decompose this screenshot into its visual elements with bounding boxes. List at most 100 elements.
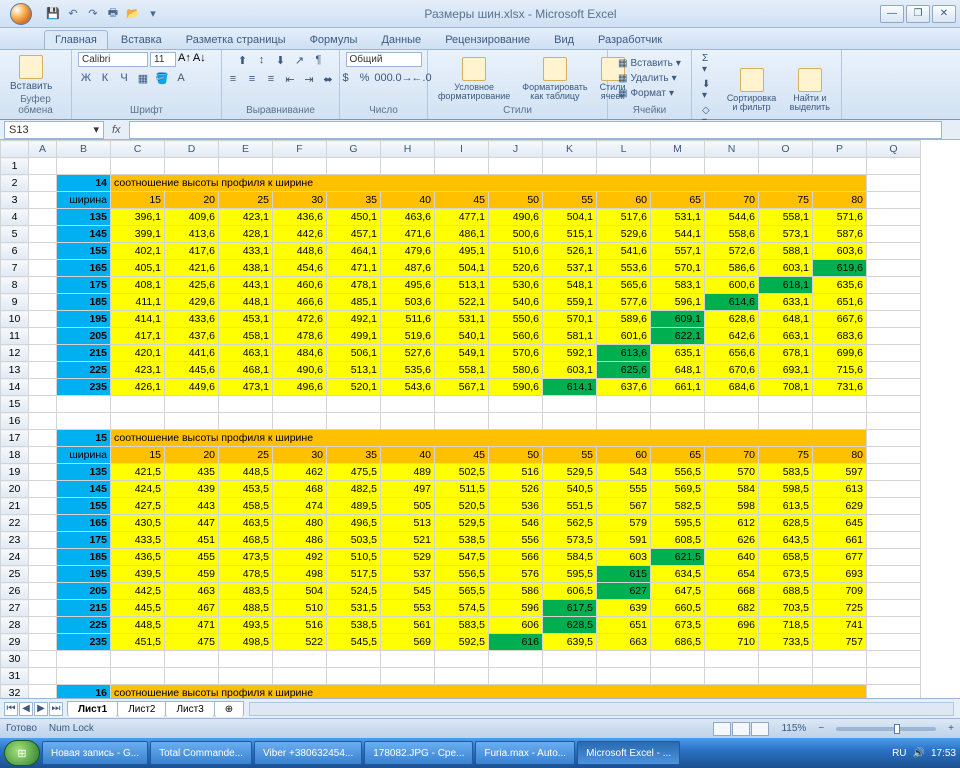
cell-K9[interactable]: 559,1 — [543, 294, 597, 311]
cell-H9[interactable]: 503,6 — [381, 294, 435, 311]
cell-P4[interactable]: 571,6 — [813, 209, 867, 226]
cell-A30[interactable] — [29, 651, 57, 668]
cell-Q9[interactable] — [867, 294, 921, 311]
align-top-icon[interactable]: ⬆ — [235, 52, 251, 68]
col-header-M[interactable]: M — [651, 141, 705, 158]
cell-H15[interactable] — [381, 396, 435, 413]
cell-I20[interactable]: 511,5 — [435, 481, 489, 498]
cell-H25[interactable]: 537 — [381, 566, 435, 583]
cell-G6[interactable]: 464,1 — [327, 243, 381, 260]
cell-L31[interactable] — [597, 668, 651, 685]
cell-D23[interactable]: 451 — [165, 532, 219, 549]
cell-C13[interactable]: 423,1 — [111, 362, 165, 379]
cell-Q16[interactable] — [867, 413, 921, 430]
autosum-button[interactable]: Σ ▾ — [698, 52, 714, 76]
font-size-select[interactable]: 11 — [150, 52, 176, 67]
cell-K28[interactable]: 628,5 — [543, 617, 597, 634]
sheet-tab-0[interactable]: Лист1 — [67, 701, 118, 717]
cell-K5[interactable]: 515,1 — [543, 226, 597, 243]
cell-O31[interactable] — [759, 668, 813, 685]
cell-J25[interactable]: 576 — [489, 566, 543, 583]
cell-B12[interactable]: 215 — [57, 345, 111, 362]
cell-H4[interactable]: 463,6 — [381, 209, 435, 226]
cell-O20[interactable]: 598,5 — [759, 481, 813, 498]
cell-D22[interactable]: 447 — [165, 515, 219, 532]
tray-lang[interactable]: RU — [892, 748, 906, 759]
cell-J28[interactable]: 606 — [489, 617, 543, 634]
cell-A31[interactable] — [29, 668, 57, 685]
cell-P25[interactable]: 693 — [813, 566, 867, 583]
cell-L16[interactable] — [597, 413, 651, 430]
cell-K25[interactable]: 595,5 — [543, 566, 597, 583]
ribbon-tab-6[interactable]: Вид — [543, 30, 585, 49]
cell-G22[interactable]: 496,5 — [327, 515, 381, 532]
cell-B9[interactable]: 185 — [57, 294, 111, 311]
cell-B30[interactable] — [57, 651, 111, 668]
cell-P7[interactable]: 619,6 — [813, 260, 867, 277]
cell-C18[interactable]: 15 — [111, 447, 165, 464]
merge-icon[interactable]: ⬌ — [320, 71, 336, 87]
cell-G19[interactable]: 475,5 — [327, 464, 381, 481]
cell-P12[interactable]: 699,6 — [813, 345, 867, 362]
ribbon-tab-1[interactable]: Вставка — [110, 30, 173, 49]
cell-M6[interactable]: 557,1 — [651, 243, 705, 260]
cell-D26[interactable]: 463 — [165, 583, 219, 600]
cell-K20[interactable]: 540,5 — [543, 481, 597, 498]
row-header-26[interactable]: 26 — [1, 583, 29, 600]
cell-L28[interactable]: 651 — [597, 617, 651, 634]
col-header-J[interactable]: J — [489, 141, 543, 158]
cell-M29[interactable]: 686,5 — [651, 634, 705, 651]
cell-F11[interactable]: 478,6 — [273, 328, 327, 345]
indent-dec-icon[interactable]: ⇤ — [282, 71, 298, 87]
sheet-nav-last[interactable]: ⏭ — [49, 702, 63, 716]
cell-M26[interactable]: 647,5 — [651, 583, 705, 600]
find-select-button[interactable]: Найти и выделить — [785, 66, 835, 114]
cell-C20[interactable]: 424,5 — [111, 481, 165, 498]
comma-icon[interactable]: 000 — [376, 70, 392, 86]
cell-E18[interactable]: 25 — [219, 447, 273, 464]
view-pagebreak-button[interactable] — [751, 722, 769, 736]
zoom-level[interactable]: 115% — [781, 723, 806, 734]
cell-K22[interactable]: 562,5 — [543, 515, 597, 532]
cell-M11[interactable]: 622,1 — [651, 328, 705, 345]
cell-G28[interactable]: 538,5 — [327, 617, 381, 634]
col-header-F[interactable]: F — [273, 141, 327, 158]
cell-J21[interactable]: 536 — [489, 498, 543, 515]
cell-I19[interactable]: 502,5 — [435, 464, 489, 481]
cell-D10[interactable]: 433,6 — [165, 311, 219, 328]
cell-J13[interactable]: 580,6 — [489, 362, 543, 379]
cell-I11[interactable]: 540,1 — [435, 328, 489, 345]
cell-E10[interactable]: 453,1 — [219, 311, 273, 328]
col-header-Q[interactable]: Q — [867, 141, 921, 158]
cell-I14[interactable]: 567,1 — [435, 379, 489, 396]
cell-F31[interactable] — [273, 668, 327, 685]
cell-Q18[interactable] — [867, 447, 921, 464]
cell-Q5[interactable] — [867, 226, 921, 243]
cell-B29[interactable]: 235 — [57, 634, 111, 651]
cell-F22[interactable]: 480 — [273, 515, 327, 532]
cell-O21[interactable]: 613,5 — [759, 498, 813, 515]
insert-cells-button[interactable]: ▦ Вставить ▾ — [614, 57, 685, 70]
cell-P13[interactable]: 715,6 — [813, 362, 867, 379]
start-button[interactable]: ⊞ — [4, 740, 40, 766]
cell-C9[interactable]: 411,1 — [111, 294, 165, 311]
wrap-text-icon[interactable]: ¶ — [311, 52, 327, 68]
cell-D19[interactable]: 435 — [165, 464, 219, 481]
row-header-23[interactable]: 23 — [1, 532, 29, 549]
cell-Q26[interactable] — [867, 583, 921, 600]
cell-J23[interactable]: 556 — [489, 532, 543, 549]
cell-O28[interactable]: 718,5 — [759, 617, 813, 634]
cell-B6[interactable]: 155 — [57, 243, 111, 260]
cell-G1[interactable] — [327, 158, 381, 175]
cell-I12[interactable]: 549,1 — [435, 345, 489, 362]
cell-C16[interactable] — [111, 413, 165, 430]
row-header-11[interactable]: 11 — [1, 328, 29, 345]
cell-L8[interactable]: 565,6 — [597, 277, 651, 294]
cell-F25[interactable]: 498 — [273, 566, 327, 583]
col-header-E[interactable]: E — [219, 141, 273, 158]
cell-H1[interactable] — [381, 158, 435, 175]
cell-A10[interactable] — [29, 311, 57, 328]
cell-Q15[interactable] — [867, 396, 921, 413]
cell-C24[interactable]: 436,5 — [111, 549, 165, 566]
row-header-17[interactable]: 17 — [1, 430, 29, 447]
